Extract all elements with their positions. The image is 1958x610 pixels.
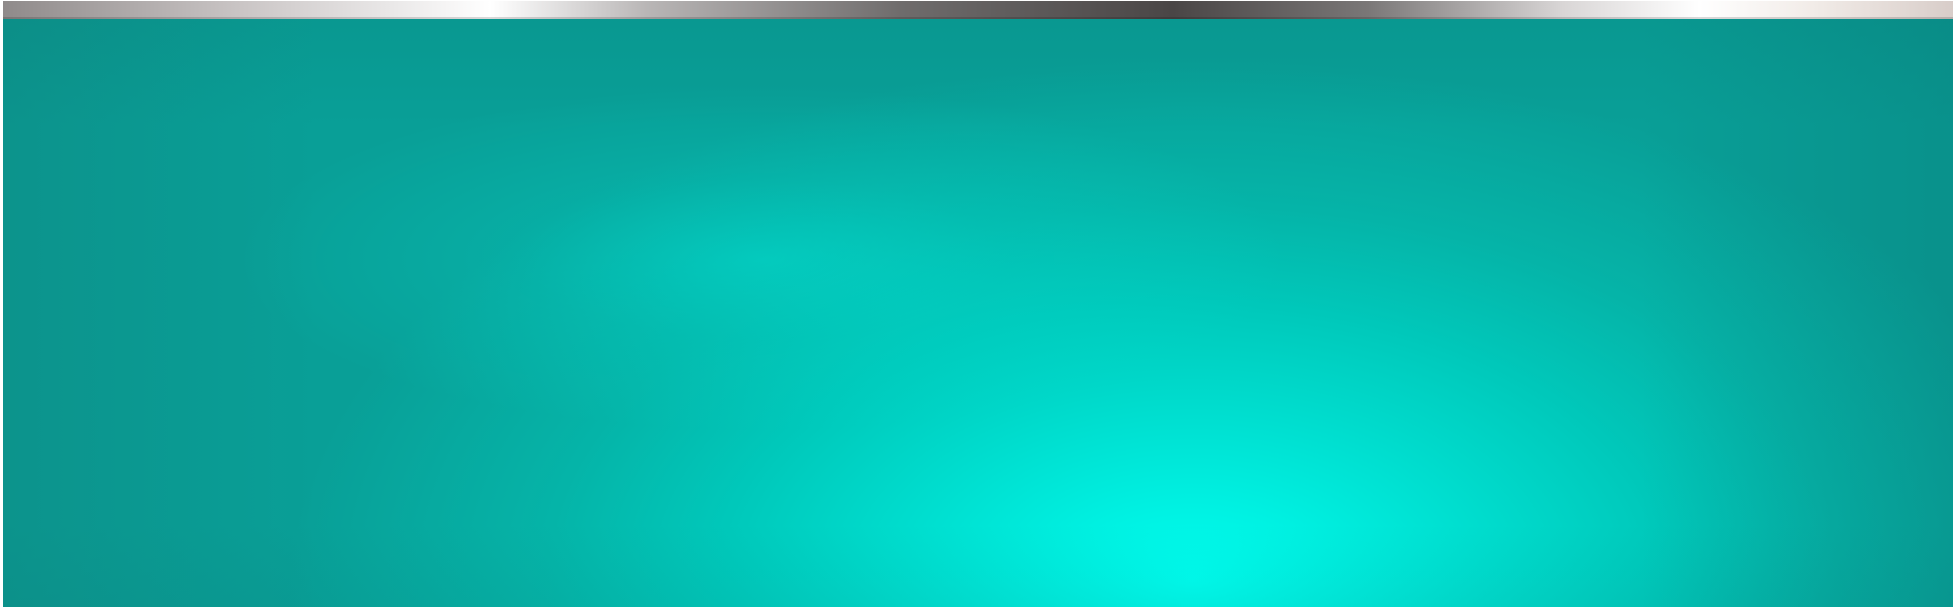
metallic-top-bar: [3, 1, 1953, 19]
panel-edge-shade: [3, 19, 1953, 607]
page-frame: [0, 0, 1958, 610]
teal-gradient-panel: [3, 19, 1953, 607]
